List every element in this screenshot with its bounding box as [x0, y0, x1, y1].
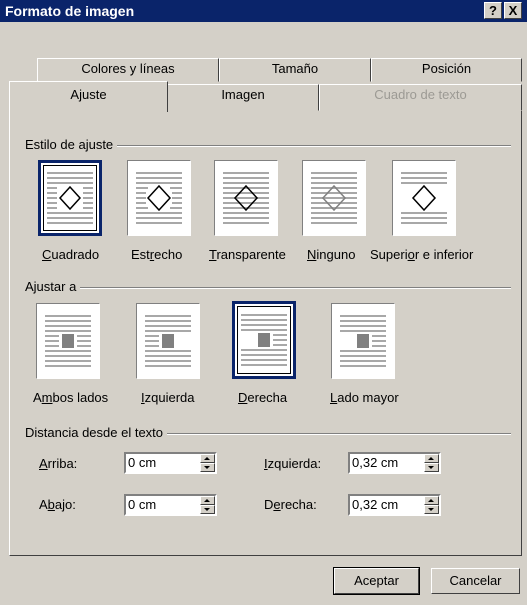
distance-right-field[interactable]: [348, 494, 441, 516]
wrap-left-option[interactable]: [136, 303, 200, 379]
wrap-square-label: Cuadrado: [42, 247, 100, 262]
wrap-largest-side-option[interactable]: [331, 303, 395, 379]
wrap-both-sides-icon: [45, 315, 91, 367]
wrap-square-option[interactable]: [38, 160, 102, 236]
dialog-title: Formato de imagen: [5, 3, 135, 19]
tab-label: Posición: [421, 61, 472, 76]
spin-down-icon[interactable]: [424, 505, 439, 514]
distance-left-label: Izquierda:: [264, 456, 322, 471]
wrap-both-sides-option[interactable]: [36, 303, 100, 379]
spin-up-icon[interactable]: [424, 496, 439, 505]
tab-posicion[interactable]: Posición: [371, 58, 522, 82]
distance-right-spinner[interactable]: [424, 496, 439, 514]
group-label-wrap-to: Ajustar a: [25, 279, 81, 294]
title-bar: Formato de imagen: [0, 0, 527, 22]
wrap-right-icon: [241, 314, 287, 366]
spin-down-icon[interactable]: [200, 463, 215, 472]
tab-imagen[interactable]: Imagen: [167, 84, 319, 111]
wrap-through-icon: [223, 172, 269, 224]
distance-left-input[interactable]: [352, 455, 412, 470]
wrap-none-icon: [311, 172, 357, 224]
spin-up-icon[interactable]: [200, 454, 215, 463]
wrap-tight-icon: [136, 172, 182, 224]
wrap-both-sides-label: Ambos lados: [33, 390, 109, 405]
wrap-largest-side-icon: [340, 315, 386, 367]
wrap-none-option[interactable]: [302, 160, 366, 236]
distance-right-input[interactable]: [352, 497, 412, 512]
distance-left-field[interactable]: [348, 452, 441, 474]
distance-top-label: Arriba:: [39, 456, 78, 471]
wrap-right-label: Derecha: [238, 390, 288, 405]
wrap-tight-option[interactable]: [127, 160, 191, 236]
wrap-largest-side-label: Lado mayor: [330, 390, 399, 405]
tab-label: Imagen: [221, 87, 265, 102]
ok-button[interactable]: Aceptar: [333, 567, 420, 595]
tab-colores-lineas[interactable]: Colores y líneas: [37, 58, 219, 82]
distance-right-label: Derecha:: [264, 497, 317, 512]
distance-bottom-input[interactable]: [128, 497, 188, 512]
group-label-distance: Distancia desde el texto: [25, 425, 168, 440]
tab-ajuste[interactable]: Ajuste: [9, 81, 168, 112]
group-label-wrap-style: Estilo de ajuste: [25, 137, 118, 152]
close-icon: X: [508, 3, 518, 18]
spin-down-icon[interactable]: [424, 463, 439, 472]
distance-top-field[interactable]: [124, 452, 217, 474]
wrap-none-label: Ninguno: [307, 247, 356, 262]
distance-top-spinner[interactable]: [200, 454, 215, 472]
tab-label: Colores y líneas: [81, 61, 175, 76]
wrap-top-bottom-option[interactable]: [392, 160, 456, 236]
wrap-left-label: Izquierda: [141, 390, 195, 405]
distance-left-spinner[interactable]: [424, 454, 439, 472]
wrap-through-option[interactable]: [214, 160, 278, 236]
distance-bottom-label: Abajo:: [39, 497, 76, 512]
tab-cuadro-de-texto: Cuadro de texto: [319, 84, 522, 111]
spin-down-icon[interactable]: [200, 505, 215, 514]
wrap-top-bottom-icon: [401, 172, 447, 224]
help-button[interactable]: ?: [484, 2, 502, 19]
distance-bottom-field[interactable]: [124, 494, 217, 516]
spin-up-icon[interactable]: [200, 496, 215, 505]
cancel-button[interactable]: Cancelar: [431, 568, 520, 594]
distance-top-input[interactable]: [128, 455, 188, 470]
wrap-left-icon: [145, 315, 191, 367]
divider: [26, 287, 511, 289]
close-button[interactable]: X: [504, 2, 522, 19]
tab-label: Cuadro de texto: [374, 87, 467, 102]
help-icon: ?: [489, 3, 497, 18]
spin-up-icon[interactable]: [424, 454, 439, 463]
distance-bottom-spinner[interactable]: [200, 496, 215, 514]
tab-tamano[interactable]: Tamaño: [219, 58, 371, 82]
wrap-square-icon: [47, 172, 93, 224]
wrap-through-label: Transparente: [209, 247, 286, 262]
wrap-right-option[interactable]: [232, 301, 296, 379]
wrap-tight-label: Estrecho: [131, 247, 183, 262]
tab-label: Ajuste: [70, 87, 107, 102]
wrap-top-bottom-label: Superior e inferior: [370, 247, 474, 262]
tab-label: Tamaño: [271, 61, 319, 76]
